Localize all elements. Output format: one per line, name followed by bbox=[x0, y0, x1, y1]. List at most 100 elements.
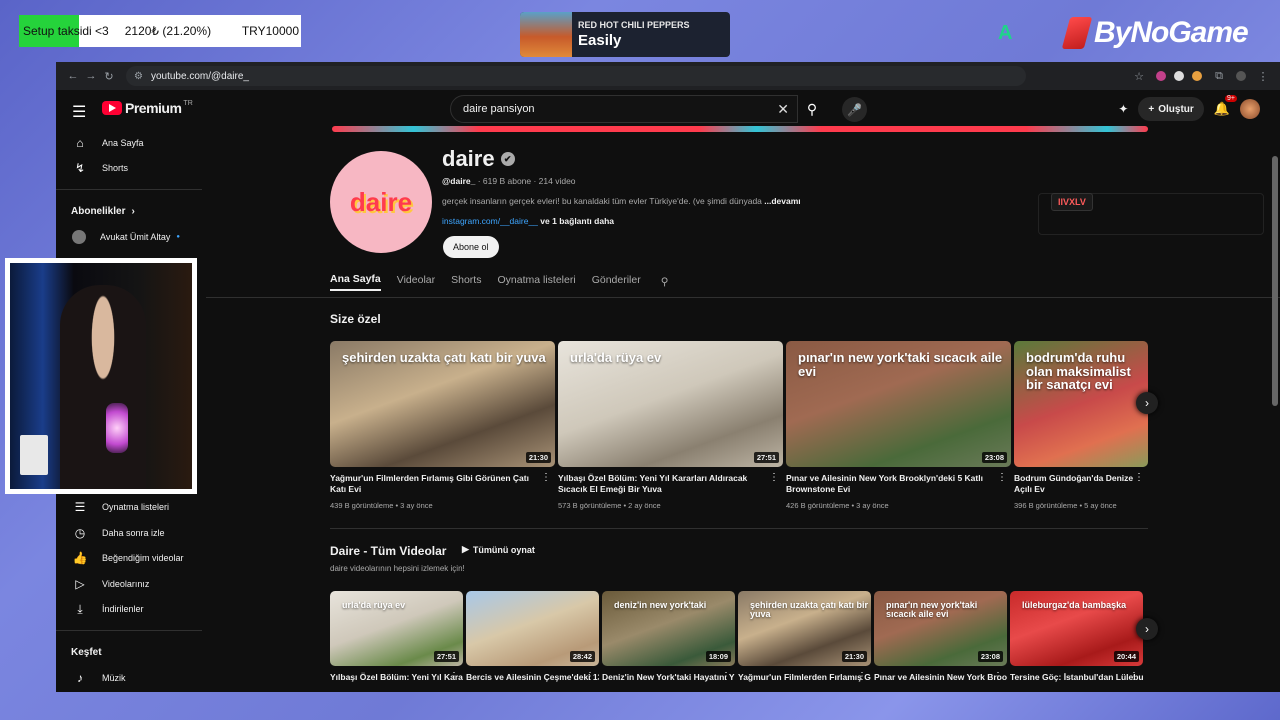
video-thumbnail[interactable]: deniz'in new york'taki 18:09 bbox=[602, 591, 735, 666]
video-thumbnail[interactable]: şehirden uzakta çatı katı bir yuva 21:30 bbox=[738, 591, 871, 666]
video-menu-icon[interactable]: ⋮ bbox=[721, 671, 731, 682]
for-you-shelf: şehirden uzakta çatı katı bir yuva 21:30 Y… bbox=[330, 341, 1148, 510]
thumbnail-overlay-text: şehirden uzakta çatı katı bir yuva bbox=[342, 350, 546, 365]
back-icon[interactable]: ← bbox=[64, 70, 82, 82]
sidebar-item-label: Videolarınız bbox=[102, 578, 150, 589]
sidebar-divider bbox=[56, 189, 202, 190]
video-card[interactable]: 28:42 Bercis ve Ailesinin Çeşme'deki 133 … bbox=[466, 591, 599, 686]
video-card[interactable]: deniz'in new york'taki 18:09 Deniz'in New … bbox=[602, 591, 735, 686]
sidebar-divider bbox=[56, 630, 202, 631]
sidebar-item-liked[interactable]: 👍 Beğendiğim videolar bbox=[56, 546, 206, 572]
video-title[interactable]: Bodrum Gündoğan'da Denize Açılı Ev bbox=[1014, 473, 1148, 495]
extension-icon[interactable] bbox=[1192, 71, 1202, 81]
video-thumbnail[interactable]: bodrum'da ruhu olan maksimalist bir sana… bbox=[1014, 341, 1148, 467]
video-card[interactable]: bodrum'da ruhu olan maksimalist bir sana… bbox=[1014, 341, 1148, 510]
tab-0[interactable]: Ana Sayfa bbox=[330, 273, 381, 291]
search-input[interactable]: daire pansiyon ✕ bbox=[450, 95, 798, 123]
search-button[interactable]: ⚲ bbox=[798, 95, 826, 123]
more-links[interactable]: ve 1 bağlantı daha bbox=[540, 216, 614, 226]
video-card[interactable]: urla'da rüya ev 27:51 Yılbaşı Özel Bölüm: … bbox=[330, 591, 463, 686]
clear-icon[interactable]: ✕ bbox=[777, 101, 789, 118]
channel-search-icon[interactable]: ⚲ bbox=[661, 276, 669, 288]
video-menu-icon[interactable]: ⋮ bbox=[857, 671, 867, 682]
tab-2[interactable]: Shorts bbox=[451, 274, 481, 290]
video-title[interactable]: Yılbaşı Özel Bölüm: Yeni Yıl Kararları A… bbox=[558, 473, 783, 495]
extension-icon[interactable] bbox=[1174, 71, 1184, 81]
profile-icon[interactable] bbox=[1236, 71, 1246, 81]
scrollbar[interactable] bbox=[1272, 156, 1278, 406]
video-thumbnail[interactable]: lüleburgaz'da bambaşka 20:44 bbox=[1010, 591, 1143, 666]
sidebar-item-subscription[interactable]: Avukat Ümit Altay ● bbox=[56, 224, 206, 250]
kebab-menu-icon[interactable]: ⋮ bbox=[1254, 70, 1272, 83]
video-title[interactable]: Tersine Göç: İstanbul'dan Lüleburgaz'a G… bbox=[1010, 672, 1143, 686]
video-thumbnail[interactable]: pınar'ın new york'taki sıcacık aile evi 2… bbox=[874, 591, 1007, 666]
account-avatar[interactable] bbox=[1240, 99, 1260, 119]
sidebar-item-music[interactable]: ♪ Müzik bbox=[56, 665, 206, 691]
streamer-figure bbox=[60, 285, 146, 489]
video-title[interactable]: Yağmur'un Filmlerden Fırlamış Gibi Görün… bbox=[738, 672, 871, 686]
video-title[interactable]: Yağmur'un Filmlerden Fırlamış Gibi Görün… bbox=[330, 473, 555, 495]
cup bbox=[20, 435, 48, 475]
sidebar-item-your-videos[interactable]: ▷ Videolarınız bbox=[56, 571, 206, 597]
sidebar-item-watch-later[interactable]: ◷ Daha sonra izle bbox=[56, 520, 206, 546]
voice-search-button[interactable]: 🎤 bbox=[842, 97, 867, 122]
tab-1[interactable]: Videolar bbox=[397, 274, 435, 290]
puzzle-icon[interactable]: ⧉ bbox=[1210, 70, 1228, 83]
video-menu-icon[interactable]: ⋮ bbox=[769, 472, 779, 483]
video-title[interactable]: Pınar ve Ailesinin New York Brooklyn'dek… bbox=[874, 672, 1007, 686]
video-menu-icon[interactable]: ⋮ bbox=[541, 472, 551, 483]
sidebar-item-downloads[interactable]: ⤓ İndirilenler bbox=[56, 597, 206, 623]
video-thumbnail[interactable]: urla'da rüya ev 27:51 bbox=[558, 341, 783, 467]
cast-icon[interactable]: ✦ bbox=[1118, 102, 1128, 116]
video-title[interactable]: Deniz'in New York'taki Hayatını Yüzde Yü… bbox=[602, 672, 735, 686]
sidebar-item-home[interactable]: ⌂ Ana Sayfa bbox=[56, 130, 206, 156]
video-menu-icon[interactable]: ⋮ bbox=[1129, 671, 1139, 682]
sidebar-item-label: İndirilenler bbox=[102, 604, 144, 615]
instagram-link[interactable]: instagram.com/__daire__ bbox=[442, 216, 538, 226]
video-menu-icon[interactable]: ⋮ bbox=[449, 671, 459, 682]
video-menu-icon[interactable]: ⋮ bbox=[997, 472, 1007, 483]
video-meta: 396 B görüntüleme • 5 ay önce bbox=[1014, 501, 1117, 511]
sidebar-item-shorts[interactable]: ↯ Shorts bbox=[56, 156, 206, 182]
video-title[interactable]: Bercis ve Ailesinin Çeşme'deki 133 Yıllı… bbox=[466, 672, 599, 686]
tab-3[interactable]: Oynatma listeleri bbox=[497, 274, 575, 290]
video-thumbnail[interactable]: pınar'ın new york'taki sıcacık aile evi 2… bbox=[786, 341, 1011, 467]
star-icon[interactable]: ☆ bbox=[1130, 70, 1148, 83]
video-menu-icon[interactable]: ⋮ bbox=[585, 671, 595, 682]
video-thumbnail[interactable]: 28:42 bbox=[466, 591, 599, 666]
subscribe-button[interactable]: Abone ol bbox=[443, 236, 499, 258]
video-card[interactable]: urla'da rüya ev 27:51 Yılbaşı Özel Bölüm: … bbox=[558, 341, 783, 510]
video-card[interactable]: pınar'ın new york'taki sıcacık aile evi 2… bbox=[874, 591, 1007, 686]
video-meta: 426 B görüntüleme • 3 ay önce bbox=[786, 501, 889, 511]
address-bar[interactable]: ⚙ youtube.com/@daire_ bbox=[126, 66, 1026, 86]
video-menu-icon[interactable]: ⋮ bbox=[1134, 472, 1144, 483]
sidebar-item-playlists[interactable]: ☰ Oynatma listeleri bbox=[56, 495, 206, 521]
channel-avatar[interactable]: daire bbox=[330, 151, 432, 253]
site-info-icon[interactable]: ⚙ bbox=[134, 71, 143, 82]
create-button[interactable]: + Oluştur bbox=[1138, 97, 1204, 121]
menu-icon[interactable]: ☰ bbox=[72, 102, 86, 122]
reload-icon[interactable]: ↻ bbox=[100, 70, 118, 83]
channel-meta: @daire_ · 619 B abone · 214 video bbox=[442, 176, 576, 186]
video-thumbnail[interactable]: urla'da rüya ev 27:51 bbox=[330, 591, 463, 666]
video-card[interactable]: şehirden uzakta çatı katı bir yuva 21:30 Y… bbox=[738, 591, 871, 686]
more-link[interactable]: ...devamı bbox=[764, 196, 800, 206]
notifications-button[interactable]: 🔔 9+ bbox=[1214, 95, 1237, 117]
video-card[interactable]: pınar'ın new york'taki sıcacık aile evi 2… bbox=[786, 341, 1011, 510]
video-title[interactable]: Yılbaşı Özel Bölüm: Yeni Yıl Kararları A… bbox=[330, 672, 463, 686]
video-thumbnail[interactable]: şehirden uzakta çatı katı bir yuva 21:30 bbox=[330, 341, 555, 467]
video-card[interactable]: şehirden uzakta çatı katı bir yuva 21:30 Y… bbox=[330, 341, 555, 510]
video-menu-icon[interactable]: ⋮ bbox=[993, 671, 1003, 682]
video-title[interactable]: Pınar ve Ailesinin New York Brooklyn'dek… bbox=[786, 473, 1011, 495]
youtube-logo[interactable]: Premium TR bbox=[102, 100, 193, 116]
extension-icon[interactable] bbox=[1156, 71, 1166, 81]
tab-4[interactable]: Gönderiler bbox=[592, 274, 641, 290]
shelf-next-button[interactable]: › bbox=[1136, 392, 1158, 414]
url-text: youtube.com/@daire_ bbox=[150, 70, 249, 82]
forward-icon[interactable]: → bbox=[82, 70, 100, 82]
shelf-next-button[interactable]: › bbox=[1136, 618, 1158, 640]
video-card[interactable]: lüleburgaz'da bambaşka 20:44 Tersine Göç: … bbox=[1010, 591, 1143, 686]
channel-description[interactable]: gerçek insanların gerçek evleri! bu kana… bbox=[442, 196, 801, 206]
play-all-button[interactable]: ▶ Tümünü oynat bbox=[462, 544, 535, 555]
subscriptions-header[interactable]: Abonelikler › bbox=[56, 198, 206, 224]
